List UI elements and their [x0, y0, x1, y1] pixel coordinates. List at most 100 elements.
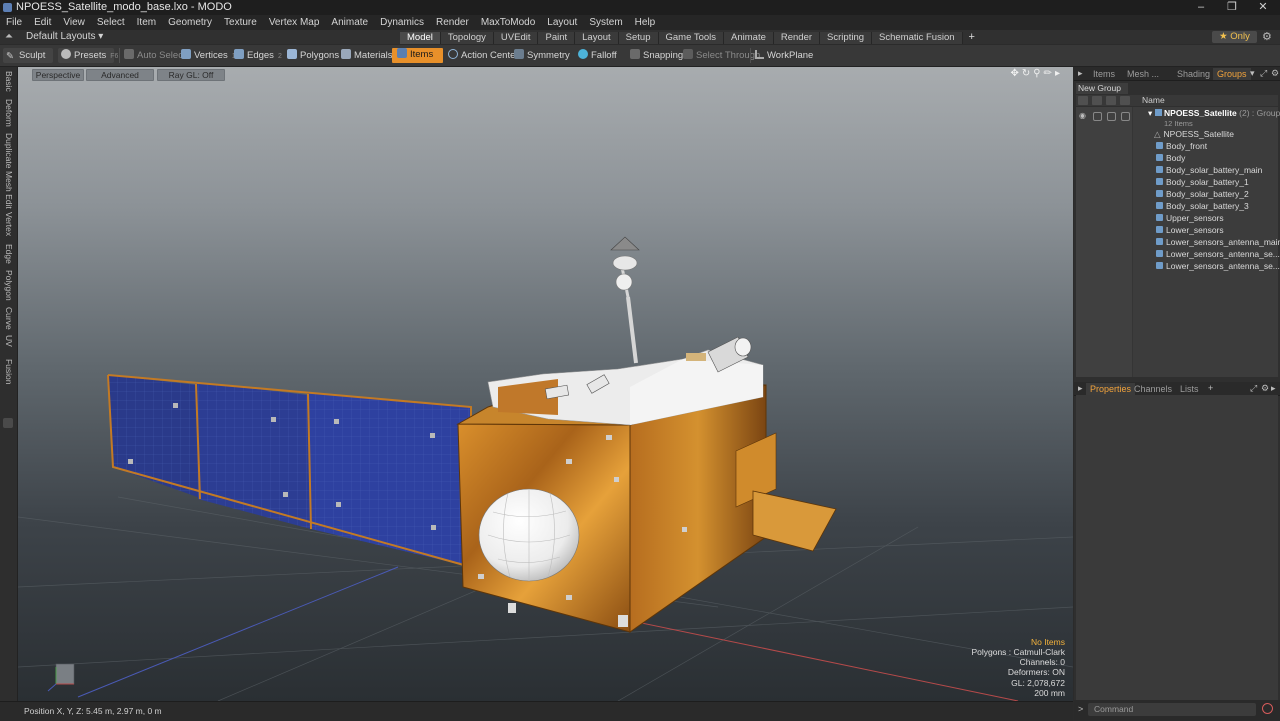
tab-model[interactable]: Model	[400, 32, 441, 44]
name-column-header[interactable]: Name	[1142, 95, 1165, 106]
group-item-row[interactable]: Body_solar_battery_2	[1156, 188, 1249, 200]
vtab-edge[interactable]: Edge	[2, 244, 14, 264]
record-icon[interactable]	[1262, 703, 1273, 714]
render-toggle[interactable]	[1093, 112, 1102, 121]
visibility-col-icon[interactable]	[1078, 96, 1088, 105]
tab-groups[interactable]: Groups	[1213, 68, 1251, 80]
close-button[interactable]: ✕	[1246, 0, 1280, 15]
menu-dynamics[interactable]: Dynamics	[374, 15, 430, 30]
vtab-basic[interactable]: Basic	[2, 71, 14, 92]
polygons-button[interactable]: Polygons3	[287, 49, 347, 63]
group-row[interactable]: ▾ NPOESS_Satellite (2) : Group	[1148, 108, 1280, 119]
tab-shading[interactable]: Shading	[1177, 68, 1210, 80]
tab-uvedit[interactable]: UVEdit	[493, 32, 539, 44]
workplane-button[interactable]: WorkPlane	[755, 49, 813, 63]
group-item-row[interactable]: Lower_sensors	[1156, 224, 1224, 236]
panel-arrow-icon[interactable]: ▸	[1078, 68, 1083, 79]
render-col-icon[interactable]	[1092, 96, 1102, 105]
tab-topology[interactable]: Topology	[440, 32, 494, 44]
group-item-row[interactable]: Body_solar_battery_1	[1156, 176, 1249, 188]
panel-toggle-icon[interactable]	[3, 418, 13, 428]
panel-gear-icon[interactable]: ⚙	[1261, 383, 1269, 394]
symmetry-button[interactable]: Symmetry	[514, 49, 570, 63]
vtab-mesh-edit[interactable]: Mesh Edit	[2, 171, 14, 209]
vtab-polygon[interactable]: Polygon	[2, 270, 14, 301]
tab-items[interactable]: Items	[1093, 68, 1115, 80]
group-item-row[interactable]: Body_solar_battery_main	[1156, 164, 1262, 176]
command-input[interactable]: Command	[1088, 703, 1256, 716]
tab-setup[interactable]: Setup	[618, 32, 659, 44]
menu-texture[interactable]: Texture	[218, 15, 263, 30]
items-button[interactable]: Items	[392, 48, 444, 63]
minimize-button[interactable]: –	[1184, 0, 1218, 15]
panel-menu-icon[interactable]: ▸	[1271, 383, 1276, 394]
vertices-button[interactable]: Vertices1	[181, 49, 236, 63]
menu-geometry[interactable]: Geometry	[162, 15, 218, 30]
snapping-button[interactable]: Snapping	[630, 49, 683, 63]
menu-vertex-map[interactable]: Vertex Map	[263, 15, 326, 30]
tab-lists[interactable]: Lists	[1180, 383, 1199, 395]
menu-layout[interactable]: Layout	[541, 15, 583, 30]
group-item-row[interactable]: Lower_sensors_antenna_main	[1156, 236, 1280, 248]
group-item-row[interactable]: Lower_sensors_antenna_se...	[1156, 260, 1280, 272]
expand-icon[interactable]: ⤢	[1260, 68, 1267, 79]
sculpt-button[interactable]: ✎ Sculpt	[6, 49, 45, 63]
menu-item[interactable]: Item	[131, 15, 162, 30]
group-item-row[interactable]: Body	[1156, 152, 1185, 164]
layout-dropdown[interactable]: Default Layouts ▾	[26, 31, 103, 42]
tab-render[interactable]: Render	[773, 32, 821, 44]
eye-icon[interactable]: ◉	[1079, 111, 1086, 120]
maximize-button[interactable]: ❐	[1215, 0, 1249, 15]
vtab-vertex[interactable]: Vertex	[2, 212, 14, 236]
menu-maxtomodo[interactable]: MaxToModo	[475, 15, 541, 30]
menu-view[interactable]: View	[57, 15, 91, 30]
auto-select-button[interactable]: Auto Select	[124, 49, 186, 63]
menu-animate[interactable]: Animate	[325, 15, 374, 30]
lock-toggle[interactable]	[1107, 112, 1116, 121]
select-col-icon[interactable]	[1120, 96, 1130, 105]
expand-icon[interactable]: ⤢	[1250, 383, 1257, 394]
only-toggle[interactable]: ★ Only	[1212, 31, 1257, 43]
group-item-row[interactable]: Body_solar_battery_3	[1156, 200, 1249, 212]
vtab-fusion[interactable]: Fusion	[2, 359, 14, 385]
add-tab-button[interactable]: +	[969, 31, 975, 43]
menu-edit[interactable]: Edit	[28, 15, 57, 30]
menu-help[interactable]: Help	[629, 15, 662, 30]
lock-col-icon[interactable]	[1106, 96, 1116, 105]
group-item-row[interactable]: Upper_sensors	[1156, 212, 1224, 224]
add-tab-icon[interactable]: +	[1208, 383, 1213, 393]
edges-button[interactable]: Edges 2	[234, 49, 282, 63]
tab-animate[interactable]: Animate	[724, 32, 774, 44]
menu-render[interactable]: Render	[430, 15, 475, 30]
vtab-duplicate[interactable]: Duplicate	[2, 133, 14, 168]
falloff-button[interactable]: Falloff	[578, 49, 617, 63]
tab-paint[interactable]: Paint	[538, 32, 576, 44]
tab-game-tools[interactable]: Game Tools	[658, 32, 725, 44]
group-item-row[interactable]: △ NPOESS_Satellite	[1154, 128, 1234, 140]
presets-button[interactable]: Presets F6	[61, 49, 118, 63]
materials-button[interactable]: Materials	[341, 49, 393, 63]
panel-gear-icon[interactable]: ⚙	[1271, 68, 1279, 79]
select-toggle[interactable]	[1121, 112, 1130, 121]
vtab-deform[interactable]: Deform	[2, 99, 14, 127]
3d-viewport[interactable]: Perspective Advanced Ray GL: Off ✥↻⚲✏▸ N…	[18, 67, 1073, 701]
tab-scripting[interactable]: Scripting	[820, 32, 873, 44]
tab-schematic-fusion[interactable]: Schematic Fusion	[872, 32, 963, 44]
tab-properties[interactable]: Properties	[1086, 383, 1136, 395]
group-item-row[interactable]: Body_front	[1156, 140, 1207, 152]
action-center-button[interactable]: Action Center	[448, 49, 519, 63]
menu-select[interactable]: Select	[91, 15, 131, 30]
vtab-uv[interactable]: UV	[2, 335, 14, 347]
panel-arrow-icon[interactable]: ▸	[1078, 383, 1083, 394]
tab-mesh[interactable]: Mesh ...	[1127, 68, 1159, 80]
tab-menu-chevron-icon[interactable]: ▾	[1250, 68, 1255, 79]
layout-pin-icon[interactable]: ⏶	[5, 31, 13, 42]
select-through-button[interactable]: Select Through	[683, 49, 760, 63]
menu-system[interactable]: System	[583, 15, 628, 30]
tab-channels[interactable]: Channels	[1134, 383, 1172, 395]
menu-file[interactable]: File	[0, 15, 28, 30]
gear-icon[interactable]: ⚙	[1262, 30, 1272, 43]
new-group-button[interactable]: New Group	[1076, 83, 1128, 94]
command-arrow-icon[interactable]: >	[1078, 704, 1083, 714]
group-item-row[interactable]: Lower_sensors_antenna_se...	[1156, 248, 1280, 260]
